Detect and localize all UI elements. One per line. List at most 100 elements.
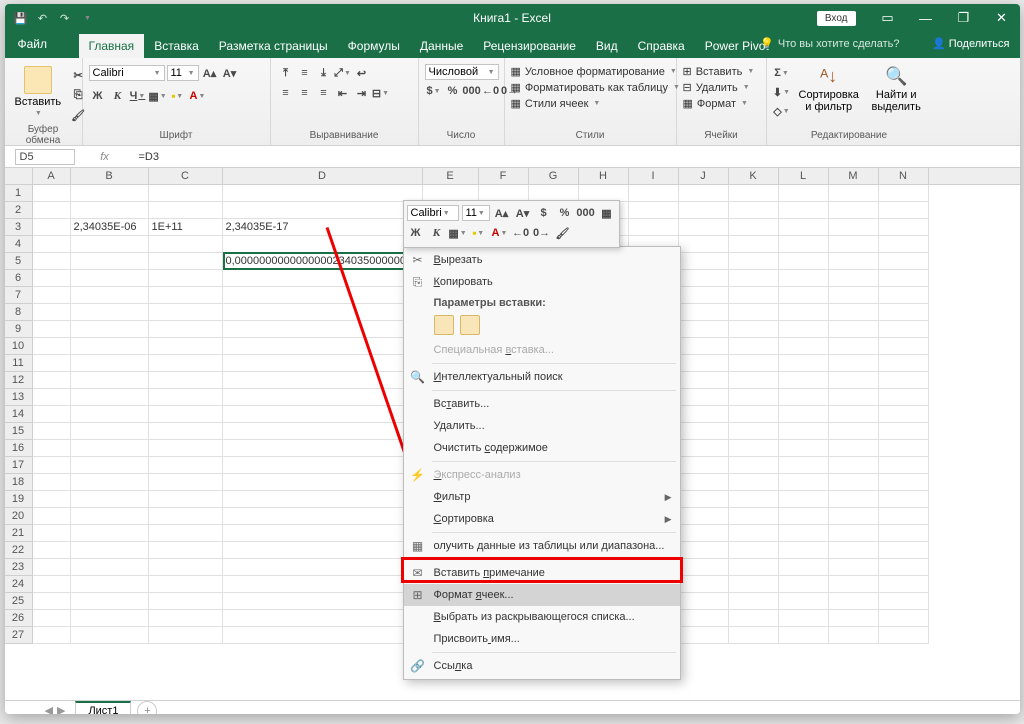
- inc-decimal-icon[interactable]: ←0: [482, 82, 500, 100]
- row-header[interactable]: 3: [5, 219, 33, 236]
- cell[interactable]: [879, 236, 929, 253]
- row-header[interactable]: 27: [5, 627, 33, 644]
- menu-item-копировать[interactable]: ⎘Копировать: [404, 271, 680, 293]
- cell[interactable]: [679, 406, 729, 423]
- cell[interactable]: [223, 542, 423, 559]
- tab-справка[interactable]: Справка: [628, 34, 695, 58]
- cell[interactable]: [149, 321, 223, 338]
- cell[interactable]: [223, 423, 423, 440]
- mt-currency-icon[interactable]: $: [535, 204, 553, 222]
- mt-shrink-icon[interactable]: A▾: [514, 204, 532, 222]
- cell[interactable]: [71, 474, 149, 491]
- cell[interactable]: [779, 219, 829, 236]
- cell[interactable]: [829, 440, 879, 457]
- cell[interactable]: [729, 287, 779, 304]
- cell[interactable]: [779, 253, 829, 270]
- cell[interactable]: [223, 525, 423, 542]
- grow-font-icon[interactable]: A▴: [201, 64, 219, 82]
- mt-color-icon[interactable]: A▼: [491, 224, 509, 242]
- column-header[interactable]: M: [829, 168, 879, 184]
- cell[interactable]: [149, 406, 223, 423]
- cell[interactable]: [223, 508, 423, 525]
- cell[interactable]: [149, 559, 223, 576]
- qat-dropdown-icon[interactable]: ▼: [80, 10, 96, 26]
- tell-me-box[interactable]: 💡 Что вы хотите сделать?: [760, 37, 899, 50]
- cell[interactable]: [33, 610, 71, 627]
- worksheet[interactable]: ABCDEFGHIJKLMN 1234567891011121314151617…: [5, 168, 1020, 700]
- cell[interactable]: [679, 525, 729, 542]
- cell[interactable]: [71, 576, 149, 593]
- cell[interactable]: [71, 287, 149, 304]
- cell[interactable]: [779, 270, 829, 287]
- cell[interactable]: [33, 355, 71, 372]
- cell[interactable]: [149, 372, 223, 389]
- row-header[interactable]: 18: [5, 474, 33, 491]
- cell[interactable]: [729, 474, 779, 491]
- cell[interactable]: [71, 440, 149, 457]
- cell[interactable]: [149, 355, 223, 372]
- tab-рецензирование[interactable]: Рецензирование: [473, 34, 586, 58]
- orientation-icon[interactable]: ⤢▼: [334, 64, 352, 82]
- cell[interactable]: [33, 287, 71, 304]
- cell[interactable]: [71, 355, 149, 372]
- cell[interactable]: [879, 593, 929, 610]
- mt-border-icon[interactable]: ▦: [598, 204, 616, 222]
- cell[interactable]: [679, 559, 729, 576]
- cell[interactable]: [729, 372, 779, 389]
- cell[interactable]: [33, 219, 71, 236]
- cell[interactable]: [223, 610, 423, 627]
- cell[interactable]: [679, 389, 729, 406]
- align-middle-icon[interactable]: ≡: [296, 64, 314, 82]
- mt-comma-icon[interactable]: 000: [577, 204, 595, 222]
- cell[interactable]: [679, 423, 729, 440]
- cell[interactable]: [71, 610, 149, 627]
- cell[interactable]: [71, 508, 149, 525]
- paste-button[interactable]: Вставить ▼: [11, 64, 66, 119]
- cell[interactable]: [779, 389, 829, 406]
- cell[interactable]: [223, 287, 423, 304]
- cell[interactable]: [149, 253, 223, 270]
- cell[interactable]: [71, 253, 149, 270]
- cell[interactable]: [71, 457, 149, 474]
- cell[interactable]: [71, 372, 149, 389]
- cell[interactable]: [33, 304, 71, 321]
- name-box[interactable]: D5: [15, 149, 75, 165]
- column-header[interactable]: I: [629, 168, 679, 184]
- cell[interactable]: [729, 406, 779, 423]
- cell[interactable]: [149, 423, 223, 440]
- cell[interactable]: [33, 627, 71, 644]
- undo-icon[interactable]: ↶: [35, 10, 51, 26]
- cell[interactable]: [779, 440, 829, 457]
- close-icon[interactable]: ✕: [984, 4, 1020, 32]
- row-header[interactable]: 5: [5, 253, 33, 270]
- cell[interactable]: [223, 491, 423, 508]
- cell[interactable]: [779, 508, 829, 525]
- cell[interactable]: [149, 491, 223, 508]
- cell[interactable]: [729, 304, 779, 321]
- cell[interactable]: [729, 355, 779, 372]
- font-size-combo[interactable]: 11▼: [167, 65, 199, 81]
- cell[interactable]: [779, 406, 829, 423]
- tab-nav-next-icon[interactable]: ▶: [57, 704, 65, 714]
- cell[interactable]: [679, 593, 729, 610]
- cell[interactable]: [829, 253, 879, 270]
- cell[interactable]: [729, 525, 779, 542]
- cell[interactable]: [223, 627, 423, 644]
- cell[interactable]: [223, 321, 423, 338]
- border-icon[interactable]: ▦▼: [149, 87, 167, 105]
- cell[interactable]: [223, 474, 423, 491]
- clear-icon[interactable]: ◇▼: [773, 102, 791, 120]
- cell[interactable]: [149, 202, 223, 219]
- cell[interactable]: [879, 304, 929, 321]
- cell[interactable]: [729, 236, 779, 253]
- cell[interactable]: [33, 508, 71, 525]
- indent-inc-icon[interactable]: ⇥: [353, 84, 371, 102]
- mt-decdec-icon[interactable]: 0→: [533, 224, 551, 242]
- cell[interactable]: [33, 406, 71, 423]
- row-header[interactable]: 23: [5, 559, 33, 576]
- cell[interactable]: [149, 525, 223, 542]
- cell[interactable]: [223, 236, 423, 253]
- paste-option-icon[interactable]: [460, 315, 480, 335]
- cell[interactable]: [33, 593, 71, 610]
- cell[interactable]: [729, 389, 779, 406]
